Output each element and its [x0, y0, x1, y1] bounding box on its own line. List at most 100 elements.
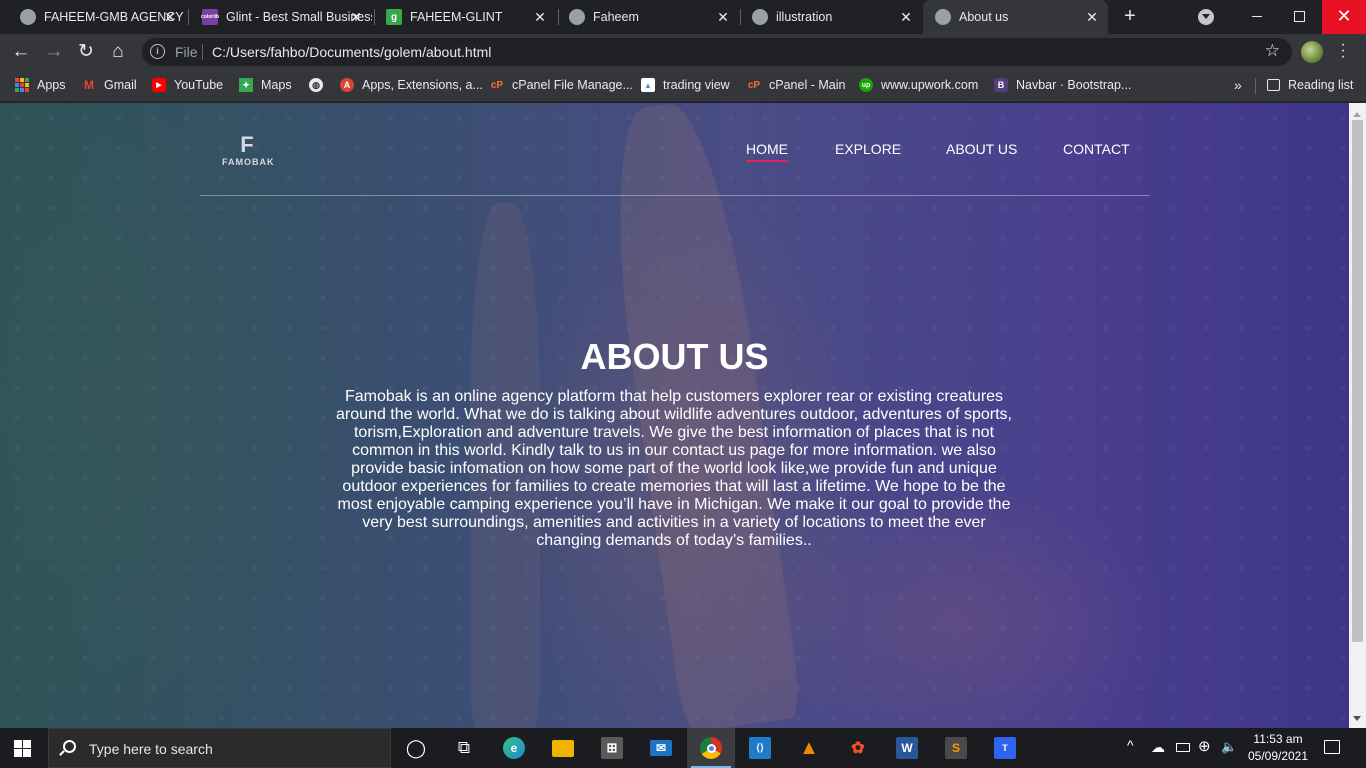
site-logo[interactable]: F FAMOBAK — [222, 133, 274, 168]
bookmark-gmail[interactable]: M Gmail — [82, 70, 137, 100]
windows-start-icon[interactable] — [14, 740, 31, 757]
bookmark-upwork[interactable]: up www.upwork.com — [859, 70, 978, 100]
sublime-icon[interactable]: S — [932, 728, 980, 768]
minimize-button[interactable] — [1236, 0, 1280, 34]
typora-icon[interactable]: T — [981, 728, 1029, 768]
close-window-button[interactable]: ✕ — [1322, 0, 1366, 34]
close-icon[interactable]: ✕ — [898, 9, 914, 25]
close-icon[interactable]: ✕ — [162, 9, 178, 25]
scroll-up-icon[interactable] — [1353, 108, 1361, 117]
upwork-icon: up — [859, 78, 873, 92]
nav-explore[interactable]: EXPLORE — [835, 141, 901, 157]
maps-icon: ✦ — [239, 78, 253, 92]
onedrive-icon[interactable]: ☁ — [1151, 739, 1165, 756]
site-header: F FAMOBAK HOME EXPLORE ABOUT US CONTACT — [200, 103, 1150, 196]
figma-icon[interactable]: ✿ — [834, 728, 882, 768]
store-icon[interactable]: ⊞ — [588, 728, 636, 768]
bookmark-star-icon[interactable]: ☆ — [1265, 41, 1280, 61]
globe-icon — [752, 9, 768, 25]
nav-contact[interactable]: CONTACT — [1063, 141, 1130, 157]
volume-icon[interactable]: 🔈 — [1221, 739, 1237, 755]
webstore-icon: A — [340, 78, 354, 92]
cortana-icon[interactable]: ◯ — [392, 728, 440, 768]
globe-icon — [20, 9, 36, 25]
globe-icon — [569, 9, 585, 25]
tab-faheem[interactable]: Faheem ✕ — [549, 0, 739, 34]
vertical-scrollbar[interactable] — [1349, 103, 1366, 728]
more-bookmarks-button[interactable]: » — [1234, 77, 1242, 93]
scheme-label: File — [175, 44, 198, 60]
bookmark-cpanel-file[interactable]: cP cPanel File Manage... — [490, 70, 633, 100]
bookmark-cpanel-main[interactable]: cP cPanel - Main — [747, 70, 846, 100]
close-icon[interactable]: ✕ — [1084, 9, 1100, 25]
close-icon[interactable]: ✕ — [532, 9, 548, 25]
file-explorer-icon[interactable] — [539, 728, 587, 768]
page-title: ABOUT US — [580, 336, 769, 377]
task-view-icon[interactable]: ⧉ — [440, 728, 488, 768]
word-icon[interactable]: W — [883, 728, 931, 768]
show-hidden-icons-button[interactable]: ^ — [1127, 737, 1134, 753]
info-icon[interactable]: i — [150, 44, 165, 59]
cpanel-icon: cP — [490, 79, 504, 91]
mail-icon[interactable]: ✉ — [637, 728, 685, 768]
url-text[interactable]: C:/Users/fahbo/Documents/golem/about.htm… — [212, 44, 491, 60]
vlc-icon[interactable]: ▲ — [785, 728, 833, 768]
bookmark-trading-view[interactable]: ▲ trading view — [641, 70, 730, 100]
tab-faheem-gmb[interactable]: FAHEEM-GMB AGENCY ✕ — [0, 0, 186, 34]
tab-search-icon[interactable] — [1198, 9, 1214, 25]
bookmark-apps[interactable]: Apps — [15, 70, 66, 100]
tab-illustration[interactable]: illustration ✕ — [732, 0, 922, 34]
page-viewport: F FAMOBAK HOME EXPLORE ABOUT US CONTACT … — [0, 103, 1349, 728]
reading-list-button[interactable]: Reading list — [1267, 70, 1353, 100]
close-icon[interactable]: ✕ — [348, 9, 364, 25]
bookmark-maps[interactable]: ✦ Maps — [239, 70, 292, 100]
browser-toolbar: ← → ↻ ⌂ i File C:/Users/fahbo/Documents/… — [0, 34, 1366, 70]
bookmark-bootstrap[interactable]: B Navbar · Bootstrap... — [994, 70, 1131, 100]
tab-about-us[interactable]: About us ✕ — [923, 0, 1108, 34]
cpanel-icon: cP — [747, 79, 761, 91]
menu-icon[interactable]: · · · — [1336, 37, 1350, 65]
system-clock[interactable]: 11:53 am 05/09/2021 — [1244, 731, 1312, 765]
image-icon: ▲ — [641, 78, 655, 92]
about-description: Famobak is an online agency platform tha… — [336, 388, 1012, 549]
scrollbar-thumb[interactable] — [1352, 120, 1363, 642]
nav-home[interactable]: HOME — [746, 141, 788, 162]
maximize-button[interactable] — [1280, 0, 1320, 34]
back-button[interactable]: ← — [9, 40, 33, 64]
divider — [202, 44, 203, 60]
gmail-icon: M — [84, 78, 94, 92]
profile-avatar[interactable] — [1301, 41, 1323, 63]
notification-center-icon[interactable] — [1324, 740, 1340, 754]
taskbar-search-box[interactable]: Type here to search — [48, 728, 391, 768]
g-icon: g — [386, 9, 402, 25]
reload-button[interactable]: ↻ — [74, 40, 98, 64]
bookmark-globe[interactable]: ◍ — [309, 70, 331, 100]
tab-faheem-glint[interactable]: g FAHEEM-GLINT ✕ — [366, 0, 556, 34]
new-tab-button[interactable]: + — [1118, 5, 1142, 29]
scroll-down-icon[interactable] — [1353, 716, 1361, 725]
network-globe-icon[interactable]: ⊕ — [1198, 737, 1211, 755]
address-bar[interactable]: i File C:/Users/fahbo/Documents/golem/ab… — [142, 38, 1292, 66]
battery-icon[interactable] — [1176, 743, 1190, 752]
chrome-icon[interactable] — [687, 728, 735, 768]
search-icon — [63, 740, 76, 753]
globe-icon — [935, 9, 951, 25]
forward-button[interactable]: → — [42, 40, 66, 64]
tab-glint[interactable]: colorlib Glint - Best Small Business ✕ — [182, 0, 372, 34]
bookmark-youtube[interactable]: ▶ YouTube — [152, 70, 223, 100]
vscode-icon[interactable]: ⟨⟩ — [736, 728, 784, 768]
tab-strip: FAHEEM-GMB AGENCY ✕ colorlib Glint - Bes… — [0, 0, 1366, 34]
edge-icon[interactable]: e — [490, 728, 538, 768]
bootstrap-icon: B — [994, 78, 1008, 92]
close-icon[interactable]: ✕ — [715, 9, 731, 25]
nav-about-us[interactable]: ABOUT US — [946, 141, 1017, 157]
windows-taskbar: Type here to search ◯ ⧉ e ⊞ ✉ ⟨⟩ ▲ ✿ W S… — [0, 728, 1366, 768]
divider — [1255, 78, 1256, 94]
globe-icon: ◍ — [309, 78, 323, 92]
bookmark-webstore[interactable]: A Apps, Extensions, a... — [340, 70, 483, 100]
home-button[interactable]: ⌂ — [106, 40, 130, 64]
apps-grid-icon — [15, 78, 29, 92]
youtube-icon: ▶ — [152, 78, 166, 92]
reading-list-icon — [1267, 79, 1280, 91]
colorlib-icon: colorlib — [201, 9, 219, 25]
